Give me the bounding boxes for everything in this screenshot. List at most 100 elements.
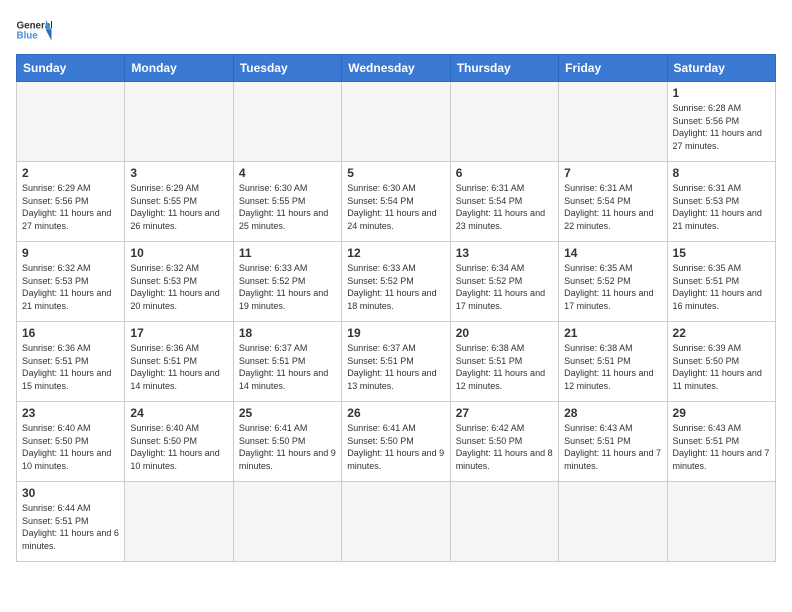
day-info: Sunrise: 6:29 AMSunset: 5:55 PMDaylight:…	[130, 182, 227, 232]
day-info: Sunrise: 6:37 AMSunset: 5:51 PMDaylight:…	[347, 342, 444, 392]
day-cell-9: 9Sunrise: 6:32 AMSunset: 5:53 PMDaylight…	[17, 242, 125, 322]
day-number: 13	[456, 246, 553, 260]
empty-cell	[342, 82, 450, 162]
day-cell-7: 7Sunrise: 6:31 AMSunset: 5:54 PMDaylight…	[559, 162, 667, 242]
day-info: Sunrise: 6:35 AMSunset: 5:51 PMDaylight:…	[673, 262, 770, 312]
day-cell-4: 4 Sunrise: 6:30 AMSunset: 5:55 PMDaylight…	[233, 162, 341, 242]
day-number: 21	[564, 326, 661, 340]
day-number: 16	[22, 326, 119, 340]
weekday-header-saturday: Saturday	[667, 55, 775, 82]
day-info: Sunrise: 6:44 AMSunset: 5:51 PMDaylight:…	[22, 502, 119, 552]
day-number: 1	[673, 86, 770, 100]
day-info: Sunrise: 6:42 AMSunset: 5:50 PMDaylight:…	[456, 422, 553, 472]
day-cell-23: 23Sunrise: 6:40 AMSunset: 5:50 PMDayligh…	[17, 402, 125, 482]
day-number: 3	[130, 166, 227, 180]
day-number: 17	[130, 326, 227, 340]
calendar-row-4: 23 Sunrise: 6:40 AMSunset: 5:50 PMDayligh…	[17, 402, 776, 482]
day-cell-12: 12 Sunrise: 6:33 AMSunset: 5:52 PMDayligh…	[342, 242, 450, 322]
empty-cell	[667, 482, 775, 562]
day-cell-15: 15 Sunrise: 6:35 AMSunset: 5:51 PMDayligh…	[667, 242, 775, 322]
empty-cell	[450, 482, 558, 562]
day-cell-16: 16 Sunrise: 6:36 AMSunset: 5:51 PMDayligh…	[17, 322, 125, 402]
weekday-header-monday: Monday	[125, 55, 233, 82]
day-info: Sunrise: 6:33 AMSunset: 5:52 PMDaylight:…	[347, 262, 444, 312]
day-cell-11: 11Sunrise: 6:33 AMSunset: 5:52 PMDayligh…	[233, 242, 341, 322]
day-cell-6: 6 Sunrise: 6:31 AMSunset: 5:54 PMDaylight…	[450, 162, 558, 242]
weekday-header-thursday: Thursday	[450, 55, 558, 82]
day-number: 23	[22, 406, 119, 420]
day-number: 25	[239, 406, 336, 420]
weekday-header-wednesday: Wednesday	[342, 55, 450, 82]
day-info: Sunrise: 6:30 AMSunset: 5:55 PMDaylight:…	[239, 182, 336, 232]
day-number: 30	[22, 486, 119, 500]
day-cell-18: 18 Sunrise: 6:37 AMSunset: 5:51 PMDayligh…	[233, 322, 341, 402]
day-number: 6	[456, 166, 553, 180]
day-number: 29	[673, 406, 770, 420]
day-cell-10: 10 Sunrise: 6:32 AMSunset: 5:53 PMDayligh…	[125, 242, 233, 322]
day-cell-3: 3 Sunrise: 6:29 AMSunset: 5:55 PMDaylight…	[125, 162, 233, 242]
day-cell-17: 17 Sunrise: 6:36 AMSunset: 5:51 PMDayligh…	[125, 322, 233, 402]
day-number: 26	[347, 406, 444, 420]
day-number: 12	[347, 246, 444, 260]
day-number: 8	[673, 166, 770, 180]
day-number: 22	[673, 326, 770, 340]
day-info: Sunrise: 6:33 AMSunset: 5:52 PMDaylight:…	[239, 262, 336, 312]
calendar-table: SundayMondayTuesdayWednesdayThursdayFrid…	[16, 54, 776, 562]
empty-cell	[559, 82, 667, 162]
day-number: 5	[347, 166, 444, 180]
day-number: 20	[456, 326, 553, 340]
day-info: Sunrise: 6:29 AMSunset: 5:56 PMDaylight:…	[22, 182, 119, 232]
day-number: 10	[130, 246, 227, 260]
day-info: Sunrise: 6:37 AMSunset: 5:51 PMDaylight:…	[239, 342, 336, 392]
empty-cell	[559, 482, 667, 562]
day-number: 19	[347, 326, 444, 340]
day-cell-13: 13Sunrise: 6:34 AMSunset: 5:52 PMDayligh…	[450, 242, 558, 322]
day-number: 24	[130, 406, 227, 420]
day-number: 14	[564, 246, 661, 260]
day-info: Sunrise: 6:31 AMSunset: 5:54 PMDaylight:…	[456, 182, 553, 232]
weekday-header-row: SundayMondayTuesdayWednesdayThursdayFrid…	[17, 55, 776, 82]
day-cell-8: 8 Sunrise: 6:31 AMSunset: 5:53 PMDaylight…	[667, 162, 775, 242]
day-info: Sunrise: 6:31 AMSunset: 5:54 PMDaylight:…	[564, 182, 661, 232]
generalblue-logo-icon: General Blue	[16, 16, 52, 44]
day-cell-24: 24 Sunrise: 6:40 AMSunset: 5:50 PMDayligh…	[125, 402, 233, 482]
empty-cell	[125, 482, 233, 562]
svg-text:Blue: Blue	[17, 30, 39, 41]
day-cell-20: 20 Sunrise: 6:38 AMSunset: 5:51 PMDayligh…	[450, 322, 558, 402]
empty-cell	[233, 482, 341, 562]
day-info: Sunrise: 6:36 AMSunset: 5:51 PMDaylight:…	[22, 342, 119, 392]
day-cell-28: 28 Sunrise: 6:43 AMSunset: 5:51 PMDayligh…	[559, 402, 667, 482]
empty-cell	[233, 82, 341, 162]
day-cell-27: 27 Sunrise: 6:42 AMSunset: 5:50 PMDayligh…	[450, 402, 558, 482]
day-number: 18	[239, 326, 336, 340]
day-info: Sunrise: 6:38 AMSunset: 5:51 PMDaylight:…	[456, 342, 553, 392]
weekday-header-sunday: Sunday	[17, 55, 125, 82]
day-number: 28	[564, 406, 661, 420]
empty-cell	[17, 82, 125, 162]
day-number: 15	[673, 246, 770, 260]
day-info: Sunrise: 6:41 AMSunset: 5:50 PMDaylight:…	[347, 422, 444, 472]
day-info: Sunrise: 6:36 AMSunset: 5:51 PMDaylight:…	[130, 342, 227, 392]
day-info: Sunrise: 6:40 AMSunset: 5:50 PMDaylight:…	[130, 422, 227, 472]
calendar-row-3: 16 Sunrise: 6:36 AMSunset: 5:51 PMDayligh…	[17, 322, 776, 402]
day-info: Sunrise: 6:32 AMSunset: 5:53 PMDaylight:…	[130, 262, 227, 312]
day-cell-30: 30 Sunrise: 6:44 AMSunset: 5:51 PMDayligh…	[17, 482, 125, 562]
calendar-row-2: 9Sunrise: 6:32 AMSunset: 5:53 PMDaylight…	[17, 242, 776, 322]
day-info: Sunrise: 6:43 AMSunset: 5:51 PMDaylight:…	[564, 422, 661, 472]
day-info: Sunrise: 6:31 AMSunset: 5:53 PMDaylight:…	[673, 182, 770, 232]
day-cell-21: 21 Sunrise: 6:38 AMSunset: 5:51 PMDayligh…	[559, 322, 667, 402]
day-cell-1: 1 Sunrise: 6:28 AMSunset: 5:56 PMDaylight…	[667, 82, 775, 162]
day-info: Sunrise: 6:28 AMSunset: 5:56 PMDaylight:…	[673, 102, 770, 152]
logo: General Blue	[16, 16, 52, 44]
day-cell-26: 26 Sunrise: 6:41 AMSunset: 5:50 PMDayligh…	[342, 402, 450, 482]
day-cell-14: 14Sunrise: 6:35 AMSunset: 5:52 PMDayligh…	[559, 242, 667, 322]
weekday-header-tuesday: Tuesday	[233, 55, 341, 82]
day-info: Sunrise: 6:38 AMSunset: 5:51 PMDaylight:…	[564, 342, 661, 392]
day-cell-19: 19 Sunrise: 6:37 AMSunset: 5:51 PMDayligh…	[342, 322, 450, 402]
day-info: Sunrise: 6:43 AMSunset: 5:51 PMDaylight:…	[673, 422, 770, 472]
day-number: 2	[22, 166, 119, 180]
day-cell-2: 2 Sunrise: 6:29 AMSunset: 5:56 PMDaylight…	[17, 162, 125, 242]
empty-cell	[125, 82, 233, 162]
day-number: 27	[456, 406, 553, 420]
day-number: 4	[239, 166, 336, 180]
